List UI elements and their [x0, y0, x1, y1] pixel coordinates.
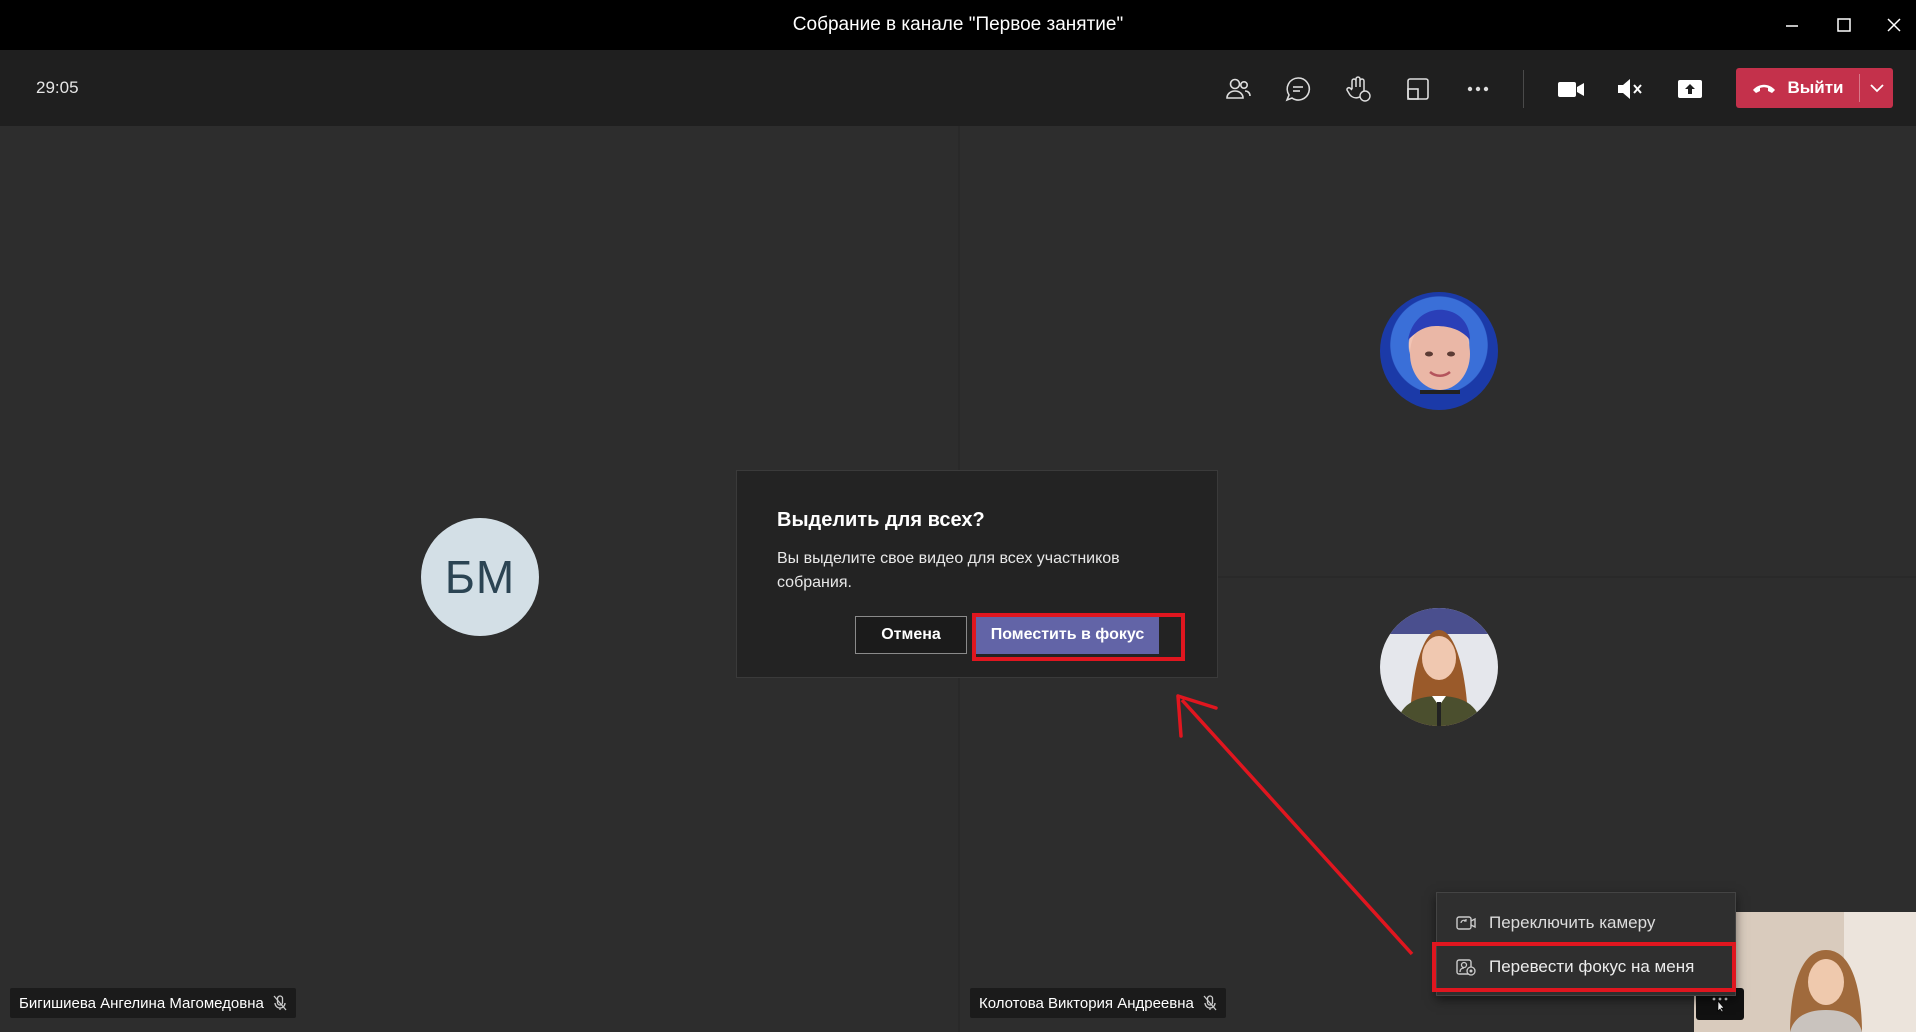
annotation-arrow: [1176, 694, 1414, 956]
